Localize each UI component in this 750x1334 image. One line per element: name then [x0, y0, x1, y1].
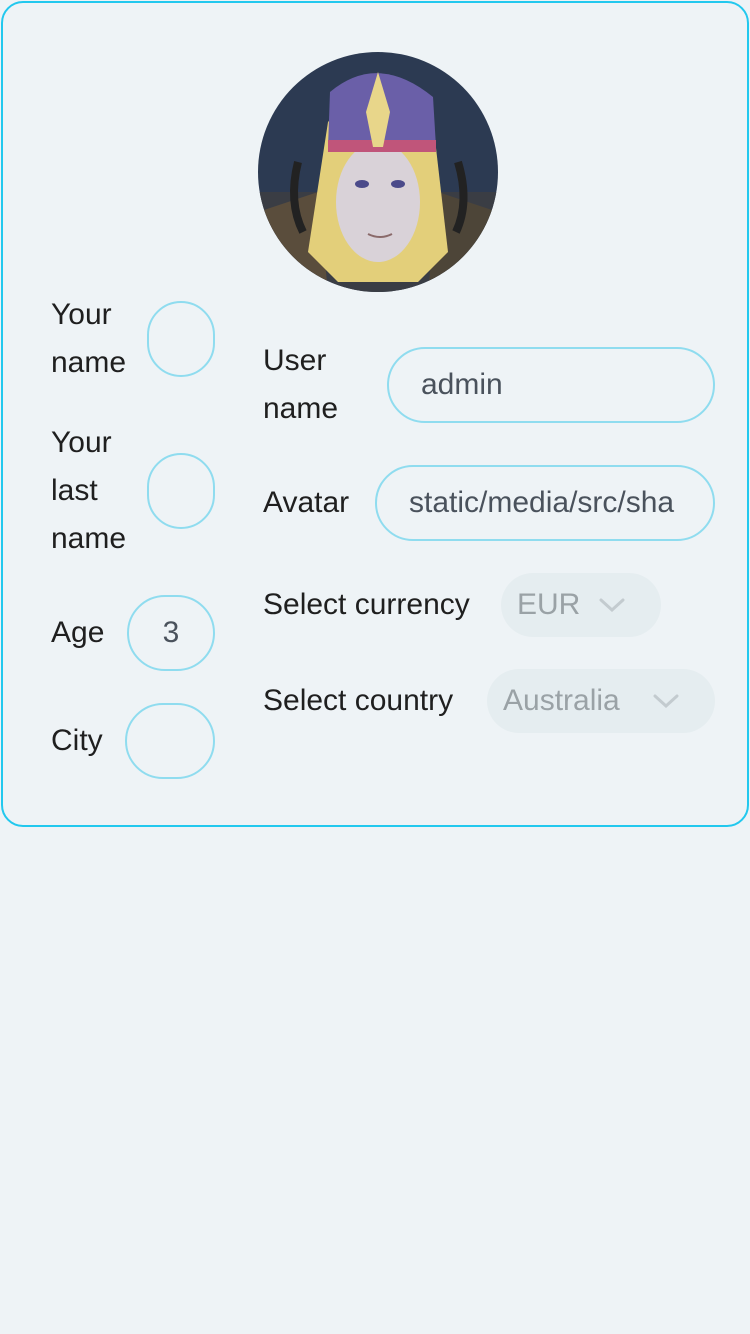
chevron-down-icon	[599, 598, 625, 612]
first-name-label: Your name	[51, 298, 127, 379]
last-name-field[interactable]	[147, 453, 215, 529]
username-field[interactable]: admin	[387, 347, 715, 423]
first-name-field[interactable]	[147, 301, 215, 377]
city-label: City	[51, 724, 103, 757]
currency-select[interactable]: EUR	[501, 573, 661, 637]
chevron-down-icon	[653, 694, 679, 708]
country-label: Select country	[263, 684, 454, 717]
age-label: Age	[51, 616, 105, 649]
country-value: Australia	[503, 684, 620, 717]
country-select[interactable]: Australia	[487, 669, 715, 733]
currency-value: EUR	[517, 588, 581, 621]
avatar-image	[258, 52, 498, 292]
age-value: 3	[162, 616, 180, 649]
avatar-url-value: static/media/src/sha	[409, 486, 675, 519]
last-name-label: Your last name	[51, 426, 127, 555]
city-field[interactable]	[125, 703, 215, 779]
avatar[interactable]	[258, 52, 498, 292]
avatar-url-field[interactable]: static/media/src/sha	[375, 465, 715, 541]
username-label: User name	[263, 344, 339, 425]
avatar-label: Avatar	[263, 486, 350, 519]
profile-card: Your name Your last name Age 3 City User…	[1, 1, 749, 827]
username-value: admin	[421, 368, 503, 401]
currency-label: Select currency	[263, 588, 470, 621]
age-field[interactable]: 3	[127, 595, 215, 671]
